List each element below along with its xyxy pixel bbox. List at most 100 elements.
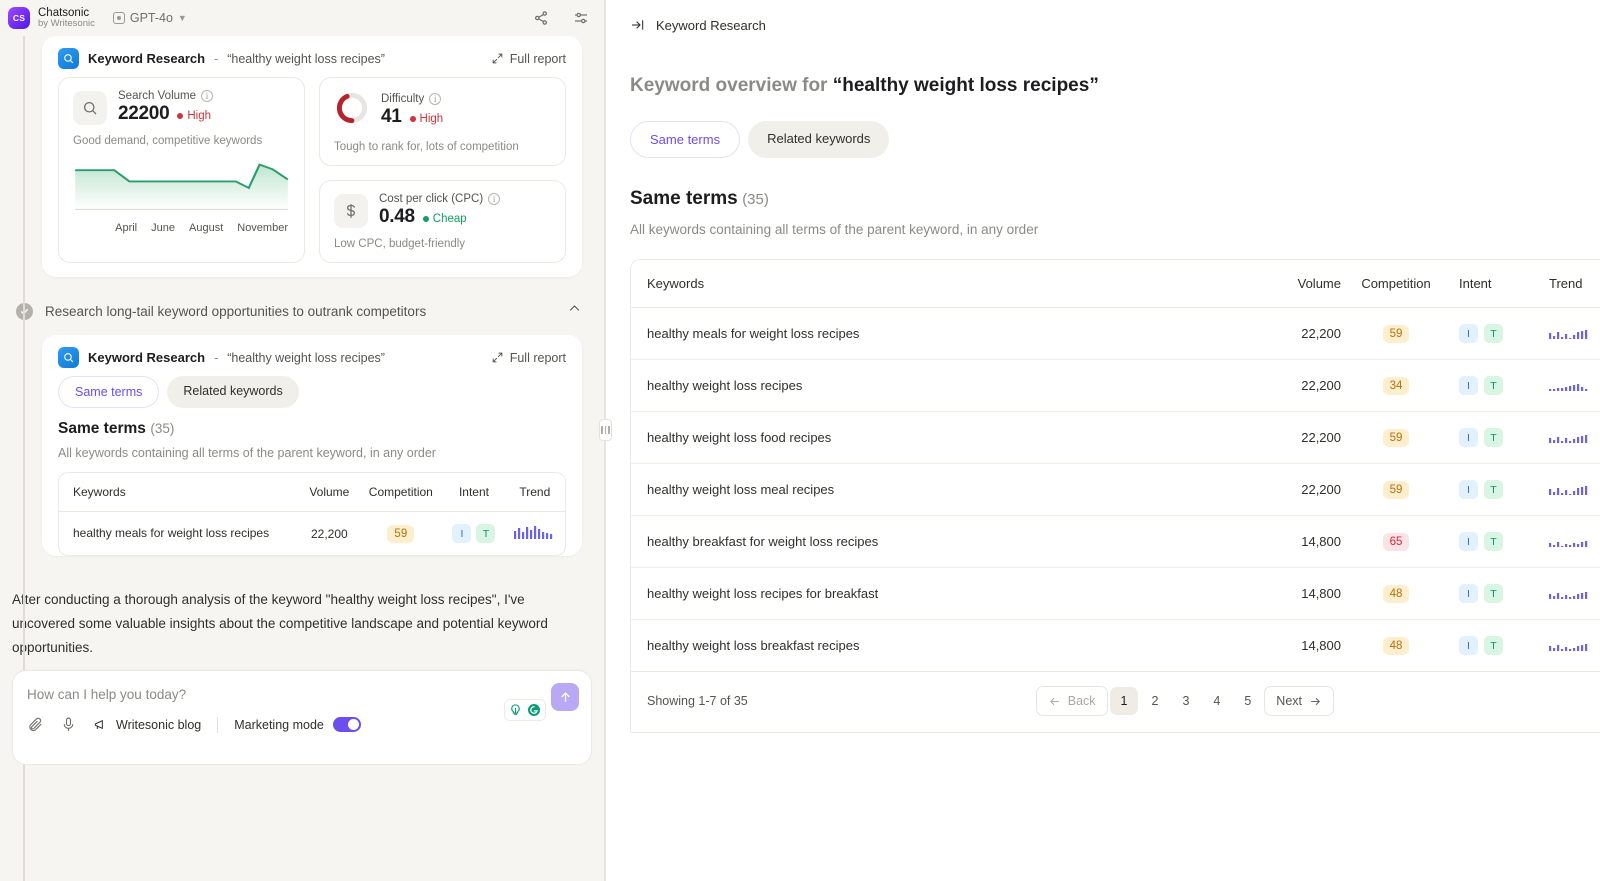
task-step-label: Research long-tail keyword opportunities… bbox=[45, 303, 427, 319]
table-row[interactable]: healthy weight loss recipes for breakfas… bbox=[631, 567, 1600, 620]
intent-badge-transactional: T bbox=[1484, 324, 1503, 343]
cell-keyword: healthy weight loss recipes for breakfas… bbox=[631, 567, 1221, 620]
intent-badge-informational: I bbox=[1459, 636, 1478, 655]
section-count: (35) bbox=[742, 191, 769, 208]
magnifier-icon bbox=[73, 90, 107, 125]
pagination-page-2[interactable]: 2 bbox=[1140, 687, 1169, 715]
cell-volume: 14,800 bbox=[1221, 567, 1341, 620]
intent-badge-transactional: T bbox=[1484, 532, 1503, 551]
competition-badge: 59 bbox=[1382, 428, 1410, 447]
metric-tag-cpc: Cheap bbox=[422, 213, 467, 225]
cell-trend bbox=[1531, 620, 1600, 672]
model-icon bbox=[112, 12, 125, 24]
tab-same-terms[interactable]: Same terms bbox=[630, 121, 741, 158]
pagination-back[interactable]: Back bbox=[1035, 686, 1108, 716]
intent-badge-transactional: T bbox=[1484, 376, 1503, 395]
table-row[interactable]: healthy weight loss food recipes 22,200 59… bbox=[631, 411, 1600, 464]
full-report-button-1[interactable]: Full report bbox=[491, 52, 566, 66]
report-header-1: Keyword Research - “healthy weight loss … bbox=[42, 36, 582, 77]
tick-april: April bbox=[115, 222, 138, 234]
cell-intent: IT bbox=[1451, 620, 1531, 672]
expand-icon bbox=[492, 352, 503, 363]
competition-badge: 59 bbox=[387, 524, 415, 543]
tab-same-terms[interactable]: Same terms bbox=[58, 376, 160, 408]
cell-intent: IT bbox=[1451, 359, 1531, 412]
message-composer[interactable]: How can I help you today? Writesonic blo… bbox=[12, 670, 592, 766]
writesonic-blog-link[interactable]: Writesonic blog bbox=[93, 717, 201, 733]
paperclip-icon[interactable] bbox=[27, 716, 44, 733]
page-title-prefix: Keyword overview for bbox=[630, 75, 833, 96]
metric-tag-volume: High bbox=[177, 110, 211, 122]
model-selector[interactable]: GPT-4o ▼ bbox=[112, 11, 187, 25]
cell-keyword: healthy breakfast for weight loss recipe… bbox=[631, 515, 1221, 568]
table-row[interactable]: healthy meals for weight loss recipes 22… bbox=[59, 512, 565, 556]
cell-competition: 59 bbox=[1341, 463, 1451, 516]
conversation-scroll[interactable]: Keyword Research - “healthy weight loss … bbox=[0, 36, 604, 881]
marketing-mode-label: Marketing mode bbox=[234, 717, 324, 732]
pagination-page-1[interactable]: 1 bbox=[1109, 687, 1139, 715]
cell-competition: 65 bbox=[1341, 515, 1451, 568]
trend-sparkbars-icon bbox=[1549, 435, 1588, 443]
intent-badge-informational: I bbox=[1459, 480, 1478, 499]
pagination-page-5[interactable]: 5 bbox=[1233, 687, 1262, 715]
cell-competition: 34 bbox=[1341, 359, 1451, 412]
trend-sparkbars-icon bbox=[1549, 330, 1588, 339]
composer-toolbar: Writesonic blog Marketing mode bbox=[27, 702, 577, 745]
report-dash-2: - bbox=[214, 350, 219, 365]
intent-badge-transactional: T bbox=[1484, 584, 1503, 603]
task-step-row[interactable]: Research long-tail keyword opportunities… bbox=[0, 287, 604, 335]
sliders-icon[interactable] bbox=[572, 9, 590, 27]
table-row[interactable]: healthy weight loss breakfast recipes 14,… bbox=[631, 620, 1600, 672]
marketing-mode-toggle[interactable] bbox=[332, 717, 361, 733]
info-icon[interactable]: i bbox=[201, 90, 213, 102]
report-keyword: “healthy weight loss recipes” bbox=[227, 51, 385, 66]
tab-related-keywords[interactable]: Related keywords bbox=[167, 376, 299, 408]
send-button[interactable] bbox=[551, 683, 579, 712]
breadcrumb[interactable]: Keyword Research bbox=[630, 0, 1600, 33]
tick-november: November bbox=[237, 222, 288, 234]
col-volume: Volume bbox=[300, 473, 359, 512]
chevron-down-icon: ▼ bbox=[177, 13, 187, 23]
assistant-message: After conducting a thorough analysis of … bbox=[12, 592, 548, 656]
cell-trend bbox=[1531, 463, 1600, 516]
page-title: Keyword overview for “healthy weight los… bbox=[630, 33, 1600, 97]
breadcrumb-label: Keyword Research bbox=[656, 17, 766, 33]
intent-badge-informational: I bbox=[1459, 428, 1478, 447]
table-row[interactable]: healthy breakfast for weight loss recipe… bbox=[631, 515, 1600, 568]
trend-sparkbars-icon bbox=[1549, 592, 1588, 599]
donut-gauge-icon bbox=[334, 90, 370, 131]
pagination-page-3[interactable]: 3 bbox=[1171, 687, 1200, 715]
marketing-mode[interactable]: Marketing mode bbox=[234, 717, 361, 733]
table-row[interactable]: healthy weight loss recipes 22,200 34 I T bbox=[631, 359, 1600, 412]
microphone-icon[interactable] bbox=[60, 716, 77, 733]
chevron-up-icon[interactable] bbox=[567, 301, 582, 321]
dollar-icon bbox=[334, 193, 368, 228]
arrow-right-icon bbox=[1311, 697, 1320, 705]
app-root: CS Chatsonic by Writesonic GPT-4o ▼ Keyw… bbox=[0, 0, 1600, 881]
pagination-page-4[interactable]: 4 bbox=[1202, 687, 1231, 715]
keyword-report-card-1: Keyword Research - “healthy weight loss … bbox=[42, 36, 582, 277]
composer-wrap: How can I help you today? Writesonic blo… bbox=[0, 670, 604, 766]
info-icon[interactable]: i bbox=[488, 193, 501, 205]
tab-related-keywords[interactable]: Related keywords bbox=[748, 121, 890, 158]
col-intent: Intent bbox=[1451, 260, 1531, 308]
full-report-button-2[interactable]: Full report bbox=[491, 351, 566, 365]
info-icon[interactable]: i bbox=[429, 93, 442, 105]
metric-value-cpc: 0.48 bbox=[379, 206, 415, 227]
report-title-2: Keyword Research bbox=[88, 350, 206, 365]
pagination-next[interactable]: Next bbox=[1264, 686, 1334, 716]
intent-badge-informational: I bbox=[1459, 584, 1478, 603]
keyword-report-card-2: Keyword Research - “healthy weight loss … bbox=[42, 335, 582, 556]
tick-june: June bbox=[151, 222, 175, 234]
writing-assistant-badges[interactable] bbox=[504, 699, 546, 722]
table-row[interactable]: healthy weight loss meal recipes 22,200 59… bbox=[631, 463, 1600, 516]
table-row[interactable]: healthy meals for weight loss recipes 22,… bbox=[631, 307, 1600, 360]
left-section-subtitle: All keywords containing all terms of the… bbox=[58, 446, 436, 460]
brand[interactable]: CS Chatsonic by Writesonic bbox=[8, 7, 95, 29]
blog-link-label: Writesonic blog bbox=[116, 717, 202, 732]
panel-resize-handle[interactable] bbox=[599, 419, 612, 441]
share-icon[interactable] bbox=[532, 9, 550, 27]
composer-input[interactable]: How can I help you today? bbox=[27, 687, 577, 702]
full-report-label: Full report bbox=[509, 51, 566, 66]
competition-badge: 65 bbox=[1382, 532, 1410, 551]
